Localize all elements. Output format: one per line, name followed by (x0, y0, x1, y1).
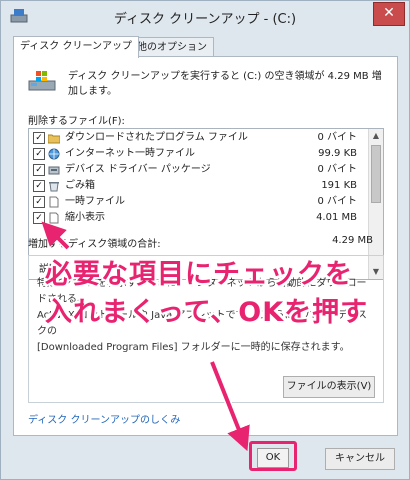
checkbox[interactable]: ✓ (33, 164, 45, 176)
checkbox[interactable]: ✓ (33, 196, 45, 208)
file-row[interactable]: ✓ ごみ箱 191 KB (29, 178, 369, 194)
file-row[interactable]: ✓ 縮小表示 4.01 MB (29, 210, 369, 226)
annotation-text: 必要な項目にチェックを 入れまくって、OKを押す (45, 256, 375, 332)
file-row[interactable]: ✓ デバイス ドライバー パッケージ 0 バイト (29, 162, 369, 178)
files-to-delete-label: 削除するファイル(F): (28, 116, 125, 127)
tab-panel: ディスク クリーンアップを実行すると (C:) の空き領域が 4.29 MB 増… (13, 56, 398, 436)
scroll-up-arrow-icon[interactable]: ▲ (369, 129, 383, 143)
description-line: [Downloaded Program Files] フォルダーに一時的に保存さ… (37, 342, 350, 353)
file-size: 191 KB (321, 180, 357, 191)
file-name: ごみ箱 (65, 180, 95, 191)
cancel-button[interactable]: キャンセル (325, 448, 395, 470)
file-size: 99.9 KB (318, 148, 357, 159)
close-button[interactable]: ✕ (373, 2, 405, 26)
drive-icon (28, 71, 56, 91)
view-files-button[interactable]: ファイルの表示(V) (283, 376, 375, 398)
file-name: インターネット一時ファイル (65, 148, 195, 159)
driver-icon (48, 166, 60, 175)
globe-icon (48, 148, 60, 160)
file-name: 縮小表示 (65, 212, 105, 223)
checkbox[interactable]: ✓ (33, 212, 45, 224)
file-name: デバイス ドライバー パッケージ (65, 164, 211, 175)
file-icon (49, 196, 59, 208)
file-size: 0 バイト (317, 196, 357, 207)
help-link[interactable]: ディスク クリーンアップのしくみ (28, 411, 180, 426)
tab-disk-cleanup[interactable]: ディスク クリーンアップ (13, 36, 139, 58)
file-size: 0 バイト (317, 164, 357, 175)
intro-text: ディスク クリーンアップを実行すると (C:) の空き領域が 4.29 MB 増… (68, 71, 382, 97)
window-title: ディスク クリーンアップ - (C:) (113, 12, 297, 27)
file-size: 4.01 MB (316, 212, 357, 223)
folder-icon (48, 134, 60, 144)
file-name: 一時ファイル (65, 196, 125, 207)
file-size: 0 バイト (317, 132, 357, 143)
file-row[interactable]: ✓ 一時ファイル 0 バイト (29, 194, 369, 210)
file-row[interactable]: ✓ インターネット一時ファイル 99.9 KB (29, 146, 369, 162)
space-gain-value: 4.29 MB (332, 235, 373, 246)
disk-cleanup-window: ディスク クリーンアップ - (C:) ✕ ディスク クリーンアップ その他のオ… (0, 0, 410, 480)
title-bar: ディスク クリーンアップ - (C:) ✕ (1, 1, 409, 31)
checkbox[interactable]: ✓ (33, 148, 45, 160)
space-gain-label: 増加するディスク領域の合計: (28, 239, 161, 250)
checkbox[interactable]: ✓ (33, 132, 45, 144)
file-row[interactable]: ✓ ダウンロードされたプログラム ファイル 0 バイト (29, 130, 369, 146)
file-icon (49, 212, 59, 224)
file-name: ダウンロードされたプログラム ファイル (65, 132, 248, 143)
ok-highlight-box (249, 441, 297, 471)
scroll-thumb[interactable] (371, 145, 381, 203)
annotation-line: 入れまくって、OKを押す (45, 297, 369, 328)
annotation-line: 必要な項目にチェックを (45, 259, 353, 290)
checkbox[interactable]: ✓ (33, 180, 45, 192)
recycle-bin-icon (49, 182, 59, 192)
